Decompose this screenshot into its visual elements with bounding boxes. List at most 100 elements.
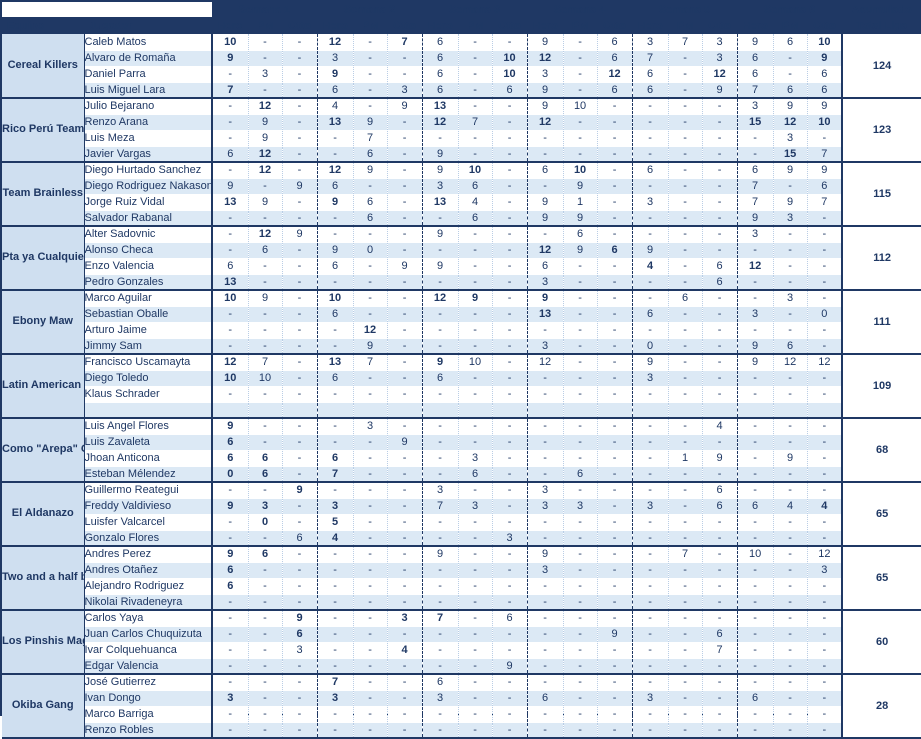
score-cell[interactable]: - [773, 578, 808, 595]
score-cell[interactable]: - [737, 370, 774, 387]
score-cell[interactable]: 9 [527, 290, 564, 307]
score-cell[interactable]: - [387, 690, 423, 707]
player-name-cell[interactable]: Alvaro de Romaña [84, 50, 213, 67]
score-cell[interactable]: 9 [807, 98, 844, 115]
score-cell[interactable]: 9 [387, 434, 423, 451]
score-cell[interactable]: 6 [422, 674, 459, 691]
score-cell[interactable]: 4 [807, 498, 844, 515]
score-cell[interactable]: - [353, 386, 388, 403]
score-cell[interactable]: - [387, 546, 423, 563]
score-cell[interactable] [282, 402, 318, 419]
score-cell[interactable]: - [632, 722, 669, 739]
score-cell[interactable]: - [807, 322, 844, 339]
score-cell[interactable]: - [668, 370, 703, 387]
score-cell[interactable]: - [387, 66, 423, 83]
score-cell[interactable]: - [317, 434, 354, 451]
score-cell[interactable]: - [632, 274, 669, 291]
score-cell[interactable]: - [282, 338, 318, 355]
score-cell[interactable]: - [282, 130, 318, 147]
score-cell[interactable]: - [597, 482, 633, 499]
score-cell[interactable]: - [282, 690, 318, 707]
score-cell[interactable]: 13 [212, 274, 249, 291]
score-cell[interactable]: - [807, 370, 844, 387]
score-cell[interactable]: - [563, 418, 598, 435]
score-cell[interactable]: - [492, 210, 528, 227]
score-cell[interactable]: - [212, 530, 249, 547]
score-cell[interactable]: - [212, 594, 249, 611]
score-cell[interactable]: 15 [773, 146, 808, 163]
score-cell[interactable]: - [282, 594, 318, 611]
score-cell[interactable]: - [563, 514, 598, 531]
score-cell[interactable]: - [702, 706, 738, 723]
score-cell[interactable]: - [282, 306, 318, 323]
score-cell[interactable]: 6 [702, 626, 738, 643]
score-cell[interactable]: 3 [632, 498, 669, 515]
score-cell[interactable]: - [597, 466, 633, 483]
score-cell[interactable]: 9 [527, 34, 564, 51]
player-name-cell[interactable]: Pedro Gonzales [84, 274, 213, 291]
score-cell[interactable]: - [807, 274, 844, 291]
score-cell[interactable]: - [458, 226, 493, 243]
score-cell[interactable]: 7 [702, 642, 738, 659]
score-cell[interactable]: - [527, 514, 564, 531]
score-cell[interactable]: 13 [317, 354, 354, 371]
score-cell[interactable]: 3 [527, 562, 564, 579]
score-cell[interactable]: 9 [702, 82, 738, 99]
score-cell[interactable]: - [492, 290, 528, 307]
score-cell[interactable]: 6 [597, 34, 633, 51]
score-cell[interactable]: - [492, 146, 528, 163]
score-cell[interactable]: - [353, 82, 388, 99]
score-cell[interactable] [773, 402, 808, 419]
score-cell[interactable]: - [737, 594, 774, 611]
score-cell[interactable]: - [458, 34, 493, 51]
score-cell[interactable]: - [492, 594, 528, 611]
score-cell[interactable]: - [737, 386, 774, 403]
score-cell[interactable]: - [212, 66, 249, 83]
score-cell[interactable]: - [807, 514, 844, 531]
score-cell[interactable]: 13 [212, 194, 249, 211]
score-cell[interactable]: 3 [527, 338, 564, 355]
score-cell[interactable]: - [248, 562, 283, 579]
score-cell[interactable]: - [458, 130, 493, 147]
score-cell[interactable]: - [422, 322, 459, 339]
score-cell[interactable]: - [492, 482, 528, 499]
score-cell[interactable]: - [702, 290, 738, 307]
score-cell[interactable]: - [527, 130, 564, 147]
score-cell[interactable]: - [248, 706, 283, 723]
score-cell[interactable]: 6 [212, 146, 249, 163]
score-cell[interactable]: - [597, 498, 633, 515]
score-cell[interactable]: 12 [422, 114, 459, 131]
score-cell[interactable]: - [353, 674, 388, 691]
score-cell[interactable]: - [527, 146, 564, 163]
score-cell[interactable]: - [282, 722, 318, 739]
score-cell[interactable]: 6 [422, 82, 459, 99]
score-cell[interactable]: 13 [317, 114, 354, 131]
score-cell[interactable]: - [422, 386, 459, 403]
score-cell[interactable]: - [597, 642, 633, 659]
score-cell[interactable]: - [387, 626, 423, 643]
score-cell[interactable]: - [212, 722, 249, 739]
score-cell[interactable]: - [248, 50, 283, 67]
header-w5-pm[interactable]: PM [668, 17, 703, 34]
score-cell[interactable]: - [527, 642, 564, 659]
score-cell[interactable]: - [212, 514, 249, 531]
score-cell[interactable]: 10 [807, 34, 844, 51]
score-cell[interactable]: - [248, 690, 283, 707]
score-cell[interactable]: - [702, 354, 738, 371]
score-cell[interactable]: 6 [702, 482, 738, 499]
score-cell[interactable]: 3 [248, 66, 283, 83]
score-cell[interactable]: - [458, 322, 493, 339]
score-cell[interactable]: 3 [527, 482, 564, 499]
score-cell[interactable]: - [353, 594, 388, 611]
score-cell[interactable]: 9 [387, 258, 423, 275]
score-cell[interactable]: - [248, 418, 283, 435]
score-cell[interactable]: 6 [248, 242, 283, 259]
score-cell[interactable]: - [458, 50, 493, 67]
score-cell[interactable]: - [527, 722, 564, 739]
score-cell[interactable]: - [282, 418, 318, 435]
score-cell[interactable]: - [632, 466, 669, 483]
score-cell[interactable]: - [668, 82, 703, 99]
score-cell[interactable]: 4 [317, 530, 354, 547]
score-cell[interactable]: - [282, 450, 318, 467]
score-cell[interactable]: - [773, 258, 808, 275]
